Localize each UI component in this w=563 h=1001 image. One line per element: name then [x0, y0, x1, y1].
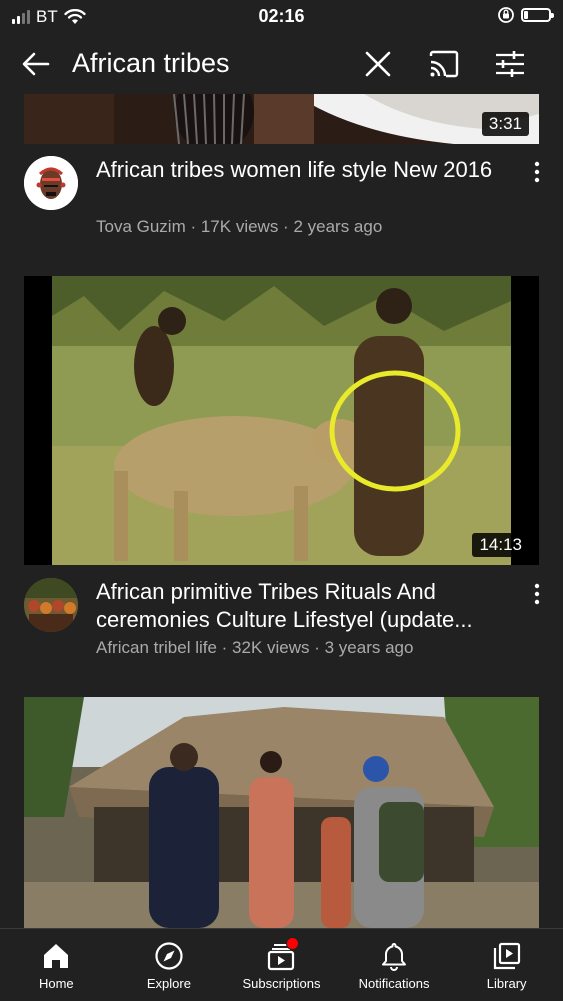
nav-label: Home [38, 976, 74, 991]
avatar-image [24, 578, 78, 632]
orientation-lock-icon [498, 7, 514, 23]
clock: 02:16 [258, 6, 305, 26]
video-title[interactable]: African primitive Tribes Rituals And cer… [96, 578, 511, 634]
clear-search-icon[interactable] [360, 46, 396, 82]
video-thumbnail[interactable]: 14:13 [24, 276, 539, 565]
search-header: African tribes [0, 34, 563, 94]
video-thumbnail[interactable]: 3:31 [24, 94, 539, 144]
more-options-icon[interactable] [526, 158, 548, 186]
thumbnail-image [24, 94, 539, 144]
video-metadata: Tova Guzim · 17K views · 2 years ago [96, 217, 383, 236]
library-icon [493, 942, 520, 970]
more-options-icon[interactable] [526, 580, 548, 608]
home-icon [44, 944, 69, 968]
nav-home[interactable]: Home [0, 929, 113, 1001]
channel-avatar[interactable] [24, 156, 78, 210]
thumbnail-image [24, 276, 539, 565]
battery-level [524, 11, 528, 19]
back-arrow-icon[interactable] [18, 46, 54, 82]
video-title[interactable]: African tribes women life style New 2016 [96, 156, 511, 184]
compass-icon [155, 942, 183, 970]
nav-explore[interactable]: Explore [113, 929, 226, 1001]
status-bar: BT 02:16 [0, 0, 563, 34]
cast-icon[interactable] [426, 46, 462, 82]
nav-library[interactable]: Library [450, 929, 563, 1001]
search-results: 3:31 African tribes women life style New… [0, 94, 563, 928]
channel-avatar[interactable] [24, 578, 78, 632]
nav-label: Notifications [358, 976, 430, 991]
bell-icon [382, 943, 407, 971]
subscriptions-icon [265, 937, 300, 972]
thumbnail-image [24, 697, 539, 928]
video-duration: 3:31 [481, 112, 529, 136]
video-metadata: African tribel life · 32K views · 3 year… [96, 638, 414, 657]
nav-label: Subscriptions [242, 976, 321, 991]
status-right [497, 6, 554, 24]
battery-icon [521, 8, 554, 22]
bottom-navigation: Home Explore Subscriptions Notifications [0, 928, 563, 1001]
search-query[interactable]: African tribes [72, 48, 230, 79]
avatar-image [24, 156, 78, 210]
filter-icon[interactable] [492, 46, 528, 82]
nav-notifications[interactable]: Notifications [338, 929, 451, 1001]
video-duration: 14:13 [472, 533, 529, 557]
new-content-badge [286, 937, 300, 950]
nav-label: Library [486, 976, 527, 991]
nav-label: Explore [146, 976, 191, 991]
nav-subscriptions[interactable]: Subscriptions [225, 929, 338, 1001]
video-thumbnail[interactable] [24, 697, 539, 928]
